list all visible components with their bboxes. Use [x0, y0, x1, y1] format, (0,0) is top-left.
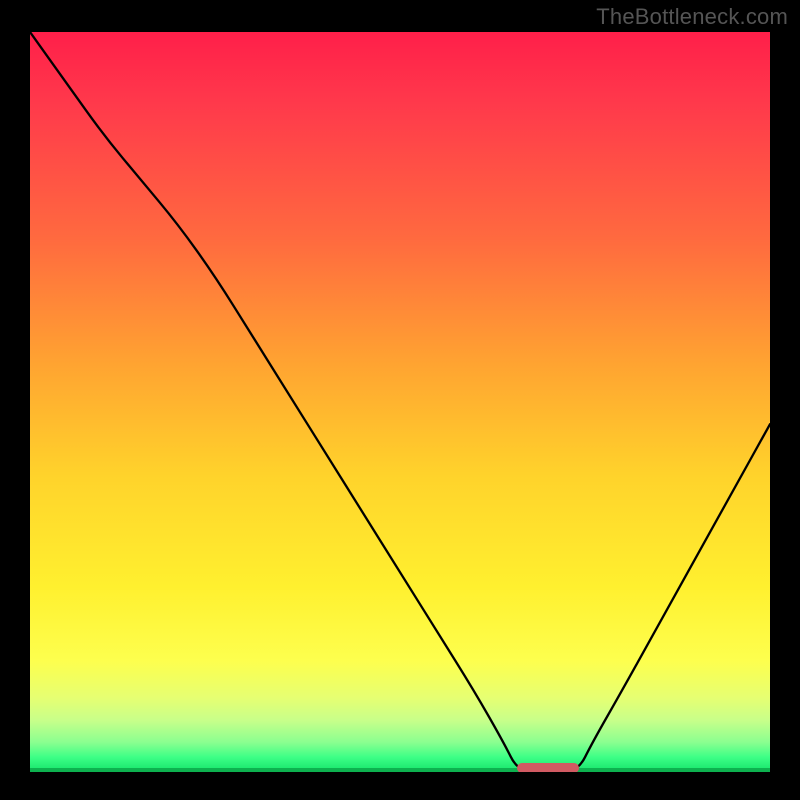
- plot-area: [30, 32, 770, 772]
- bottleneck-curve-path: [30, 32, 770, 772]
- bottleneck-curve: [30, 32, 770, 772]
- chart-container: TheBottleneck.com: [0, 0, 800, 800]
- optimum-marker: [517, 763, 580, 772]
- watermark-label: TheBottleneck.com: [596, 4, 788, 30]
